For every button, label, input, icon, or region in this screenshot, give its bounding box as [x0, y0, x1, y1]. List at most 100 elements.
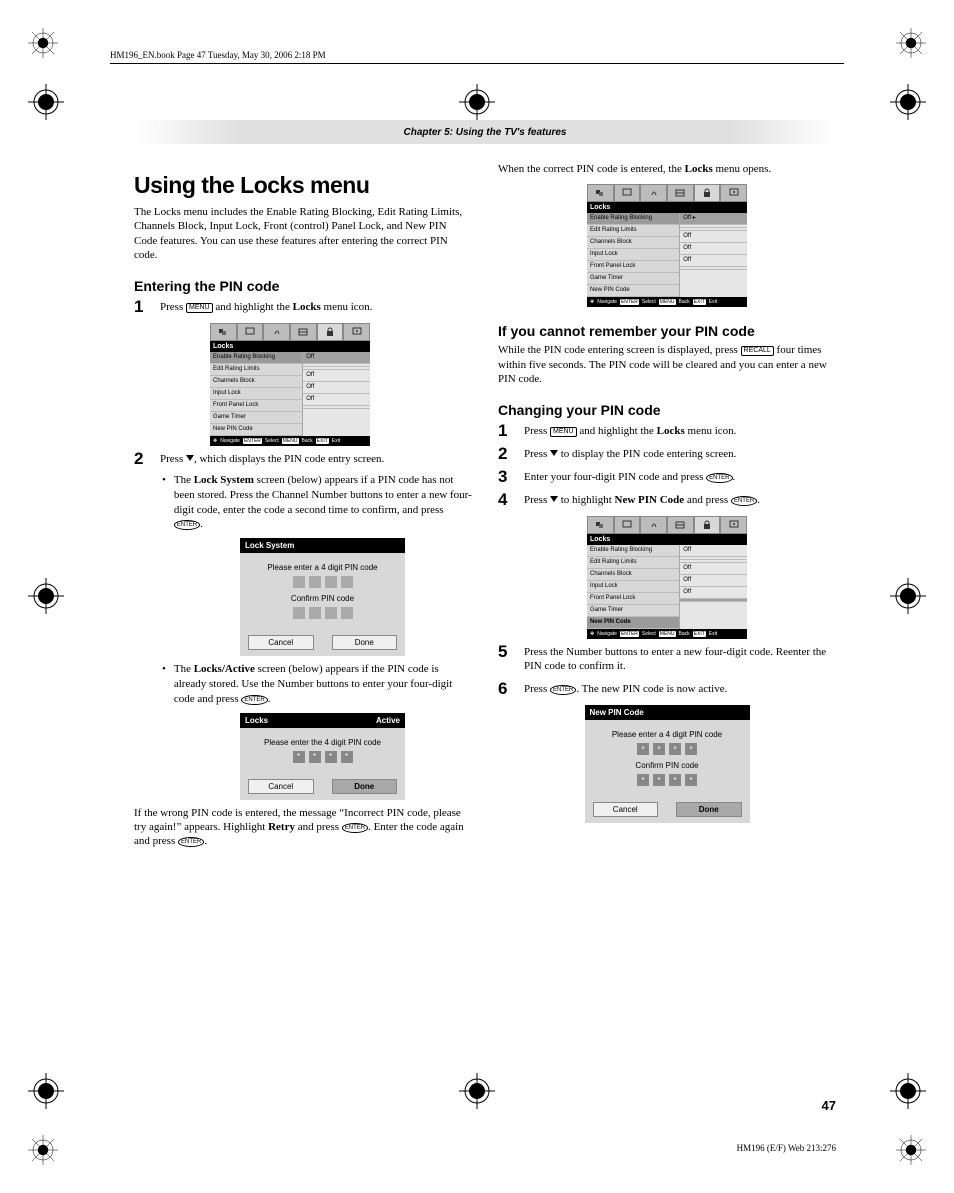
dialog-text: Please enter a 4 digit PIN code	[248, 563, 397, 572]
registration-mark-icon	[28, 28, 58, 58]
step-number: 2	[134, 450, 148, 467]
cancel-button: Cancel	[248, 635, 314, 650]
osd-tab-icon	[290, 323, 317, 341]
down-arrow-icon	[186, 455, 194, 461]
heading-entering-pin: Entering the PIN code	[134, 278, 472, 294]
wrong-pin-paragraph: If the wrong PIN code is entered, the me…	[134, 806, 472, 849]
dialog-title: Locks	[245, 716, 268, 725]
right-column: When the correct PIN code is entered, th…	[498, 162, 836, 853]
step-6: 6 Press ENTER. The new PIN code is now a…	[498, 680, 836, 699]
dialog-text: Please enter the 4 digit PIN code	[248, 738, 397, 747]
bullet-locks-active: • The Locks/Active screen (below) appear…	[162, 662, 472, 707]
down-arrow-icon	[550, 450, 558, 456]
osd-footer: ✥Navigate ENTERSelect MENUBack EXITExit	[210, 436, 370, 446]
step-1: 1 Press MENU and highlight the Locks men…	[134, 298, 472, 317]
osd-row: Input Lock	[210, 388, 302, 400]
osd-row: Channels Block	[587, 569, 679, 581]
step-text: Press MENU and highlight the Locks menu …	[524, 424, 736, 439]
osd-val: Off	[680, 243, 747, 255]
dpad-icon: ✥	[590, 631, 594, 637]
step-1: 1 Press MENU and highlight the Locks men…	[498, 422, 836, 441]
step-2: 2 Press , which displays the PIN code en…	[134, 450, 472, 469]
figure-locks-osd-2: Locks Enable Rating Blocking Edit Rating…	[587, 184, 747, 307]
pin-boxes	[248, 576, 397, 588]
cancel-button: Cancel	[248, 779, 314, 794]
lock-tab-icon	[694, 516, 721, 534]
osd-title: Locks	[587, 202, 747, 213]
step-number: 2	[498, 445, 512, 462]
enter-key-icon: ENTER	[174, 520, 200, 530]
osd-tab-icon	[210, 323, 237, 341]
done-button: Done	[332, 779, 398, 794]
page: HM196_EN.book Page 47 Tuesday, May 30, 2…	[0, 0, 954, 1193]
pin-boxes: ****	[593, 743, 742, 755]
osd-row: New PIN Code	[587, 617, 679, 629]
osd-tab-icon	[667, 516, 694, 534]
osd-row: Enable Rating Blocking	[210, 352, 302, 364]
osd-row: Game Timer	[587, 273, 679, 285]
osd-val: Off	[680, 575, 747, 587]
osd-row: New PIN Code	[210, 424, 302, 436]
pin-boxes: ****	[593, 774, 742, 786]
dialog-title: Lock System	[245, 541, 294, 550]
figure-locks-osd-3: Locks Enable Rating Blocking Edit Rating…	[587, 516, 747, 639]
step-text: Press ENTER. The new PIN code is now act…	[524, 682, 727, 697]
osd-tab-icon	[263, 323, 290, 341]
osd-row: Game Timer	[587, 605, 679, 617]
osd-footer: ✥Navigate ENTERSelect MENUBack EXITExit	[587, 629, 747, 639]
osd-val	[303, 406, 370, 409]
imprint-code: HM196 (E/F) Web 213:276	[737, 1143, 836, 1153]
step-4: 4 Press to highlight New PIN Code and pr…	[498, 491, 836, 510]
forgot-paragraph: While the PIN code entering screen is di…	[498, 343, 836, 386]
step-2: 2 Press to display the PIN code entering…	[498, 445, 836, 464]
recall-key-icon: RECALL	[741, 346, 774, 356]
osd-tab-icon	[640, 184, 667, 202]
osd-row: Front Panel Lock	[587, 261, 679, 273]
heading-change-pin: Changing your PIN code	[498, 402, 836, 418]
figure-lock-system-dialog: Lock System Please enter a 4 digit PIN c…	[240, 538, 405, 656]
step-3: 3 Enter your four-digit PIN code and pre…	[498, 468, 836, 487]
figure-locks-osd-1: Locks Enable Rating Blocking Edit Rating…	[210, 323, 370, 446]
osd-tab-icon	[640, 516, 667, 534]
pin-boxes: ****	[248, 751, 397, 763]
osd-tab-icon	[343, 323, 370, 341]
dialog-text: Confirm PIN code	[248, 594, 397, 603]
dialog-text: Confirm PIN code	[593, 761, 742, 770]
registration-mark-icon	[896, 1135, 926, 1165]
dialog-text: Please enter a 4 digit PIN code	[593, 730, 742, 739]
crop-mark-icon	[28, 84, 64, 120]
osd-row: Front Panel Lock	[587, 593, 679, 605]
osd-tab-icon	[720, 516, 747, 534]
osd-row: Edit Rating Limits	[587, 225, 679, 237]
registration-mark-icon	[28, 1135, 58, 1165]
osd-row: Front Panel Lock	[210, 400, 302, 412]
crop-mark-icon	[890, 1073, 926, 1109]
enter-key-icon: ENTER	[241, 695, 267, 705]
lock-tab-icon	[694, 184, 721, 202]
enter-key-icon: ENTER	[342, 823, 368, 833]
osd-row: Channels Block	[587, 237, 679, 249]
menu-key-icon: MENU	[550, 427, 577, 437]
content-area: Chapter 5: Using the TV's features Using…	[134, 120, 836, 1093]
dialog-title: New PIN Code	[590, 708, 644, 717]
osd-title: Locks	[587, 534, 747, 545]
dpad-icon: ✥	[590, 299, 594, 305]
osd-val: Off	[303, 352, 370, 364]
step-text: Press MENU and highlight the Locks menu …	[160, 300, 372, 315]
menu-key-icon: MENU	[186, 303, 213, 313]
done-button: Done	[332, 635, 398, 650]
enter-key-icon: ENTER	[178, 837, 204, 847]
heading-forgot-pin: If you cannot remember your PIN code	[498, 323, 836, 339]
crop-mark-icon	[890, 84, 926, 120]
osd-row: New PIN Code	[587, 285, 679, 297]
step-text: Press to display the PIN code entering s…	[524, 447, 736, 462]
osd-val: Off	[680, 587, 747, 599]
osd-tab-icon	[237, 323, 264, 341]
osd-val: Off	[303, 382, 370, 394]
left-column: Using the Locks menu The Locks menu incl…	[134, 162, 472, 853]
enter-key-icon: ENTER	[706, 473, 732, 483]
osd-val: Off	[303, 370, 370, 382]
osd-tab-icon	[614, 516, 641, 534]
enter-key-icon: ENTER	[731, 496, 757, 506]
osd-row: Channels Block	[210, 376, 302, 388]
